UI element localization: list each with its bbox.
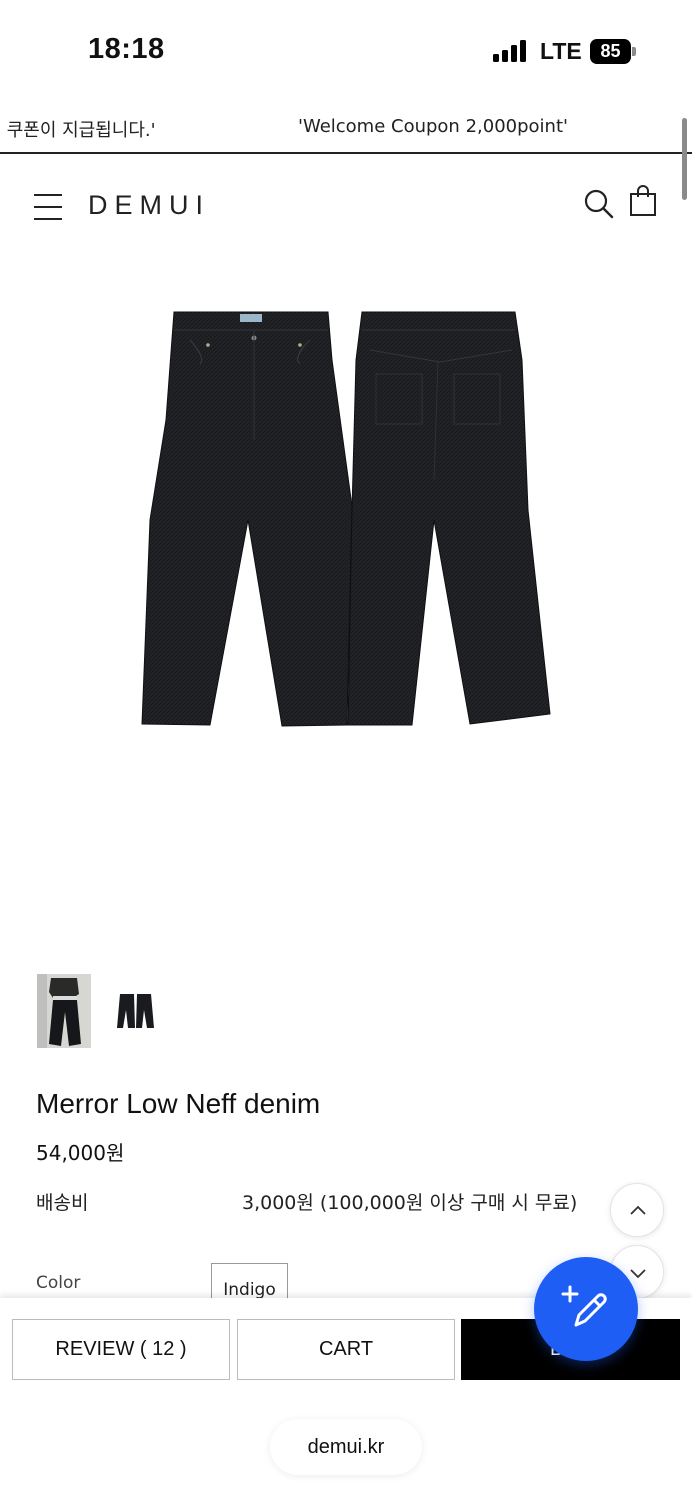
chevron-up-icon <box>630 1205 646 1215</box>
color-option-indigo[interactable]: Indigo <box>211 1263 288 1303</box>
shipping-value: 3,000원 (100,000원 이상 구매 시 무료) <box>242 1192 578 1214</box>
pencil-plus-icon <box>561 1285 607 1327</box>
status-time: 18:18 <box>88 33 165 65</box>
scroll-up-button[interactable] <box>610 1183 664 1237</box>
banner-text: 'Welcome Coupon 2,000point' <box>298 116 568 137</box>
product-name: Merror Low Neff denim <box>36 1088 321 1119</box>
search-icon[interactable] <box>583 188 615 220</box>
product-price: 54,000원 <box>36 1141 125 1165</box>
hamburger-icon[interactable] <box>34 194 62 220</box>
banner-text: l 쿠폰이 지급됩니다.' <box>0 120 156 141</box>
browser-url-bar[interactable]: demui.kr <box>270 1419 422 1475</box>
network-label: LTE <box>540 38 582 64</box>
shopping-bag-icon[interactable] <box>629 185 657 217</box>
thumbnail-product[interactable] <box>108 974 162 1048</box>
site-header: DEMUI <box>0 170 692 240</box>
signal-icon <box>493 40 529 62</box>
battery-level: 85 <box>590 39 631 64</box>
promo-banner[interactable]: l 쿠폰이 지급됩니다.' 'Welcome Coupon 2,000point… <box>0 104 692 154</box>
cart-button[interactable]: CART <box>237 1319 455 1380</box>
chevron-down-icon <box>630 1269 646 1279</box>
battery-icon: 85 <box>590 39 636 64</box>
shipping-label: 배송비 <box>36 1192 89 1214</box>
color-label: Color <box>36 1273 81 1293</box>
status-bar: 18:18 LTE 85 <box>0 0 692 100</box>
write-review-fab[interactable] <box>534 1257 638 1361</box>
review-button[interactable]: REVIEW ( 12 ) <box>12 1319 230 1380</box>
brand-logo[interactable]: DEMUI <box>88 190 210 221</box>
thumbnail-model[interactable] <box>37 974 91 1048</box>
product-image[interactable] <box>130 300 562 740</box>
